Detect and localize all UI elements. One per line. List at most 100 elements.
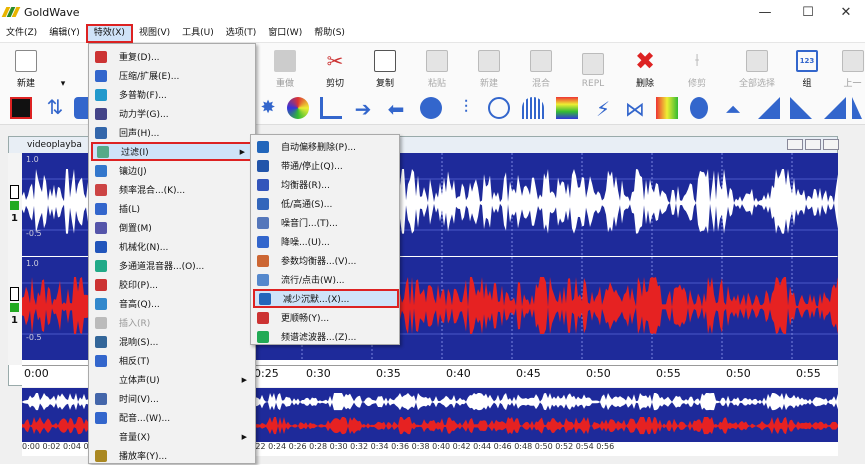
previous-button[interactable]: 上一: [840, 43, 865, 93]
maximize-button[interactable]: ☐: [788, 0, 828, 24]
effects-menu-item[interactable]: 播放率(Y)...: [91, 446, 253, 465]
filter-submenu-item[interactable]: 自动偏移删除(P)...: [253, 137, 399, 156]
menu-effects[interactable]: 特效(X): [85, 23, 133, 43]
filter-submenu-item[interactable]: 流行/点击(W)...: [253, 270, 399, 289]
doc-close-button[interactable]: [823, 139, 839, 150]
effects-menu-item[interactable]: 音高(Q)...: [91, 294, 253, 313]
delete-button[interactable]: ✖ 删除: [630, 43, 660, 93]
time-tick-label: 0:40: [446, 367, 471, 380]
menu-file[interactable]: 文件(Z): [0, 24, 43, 43]
cut-button[interactable]: ✂ 剪切: [320, 43, 350, 93]
effects-menu-item[interactable]: 相反(T): [91, 351, 253, 370]
select-all-button[interactable]: 全部选择: [732, 43, 782, 93]
effects-menu-item[interactable]: 多普勒(F)...: [91, 85, 253, 104]
effects-menu-item[interactable]: 倒置(M): [91, 218, 253, 237]
open-dropdown-icon[interactable]: ▾: [56, 43, 70, 93]
effects-menu: 重复(D)... 压缩/扩展(E)... 多普勒(F)... 动力学(G)... 回声(…: [88, 43, 256, 464]
filter-submenu-item[interactable]: 更顺畅(Y)...: [253, 308, 399, 327]
replace-button[interactable]: REPL: [578, 43, 608, 93]
paste-button[interactable]: 粘贴: [422, 43, 452, 93]
filter-submenu-item[interactable]: 频谱滤波器...(Z)...: [253, 327, 399, 346]
menu-help[interactable]: 帮助(S): [308, 24, 351, 43]
menu-edit[interactable]: 编辑(Y): [43, 24, 86, 43]
color-wheel-icon[interactable]: [287, 97, 309, 119]
gear-effect-icon[interactable]: ✸: [257, 97, 279, 119]
stereo-icon[interactable]: ⏶: [722, 97, 744, 121]
effects-menu-item-label: 动力学(G)...: [119, 110, 169, 120]
color-bars-icon[interactable]: [656, 97, 678, 119]
equalizer-icon[interactable]: ⫶: [455, 97, 477, 119]
close-button[interactable]: ✕: [826, 0, 865, 24]
match-volume-icon[interactable]: [852, 97, 862, 119]
minimize-button[interactable]: —: [745, 0, 785, 24]
reduce-silence-icon[interactable]: ⋈: [624, 97, 646, 121]
mix-button[interactable]: 混合: [526, 43, 556, 93]
menu-options[interactable]: 选项(T): [220, 24, 263, 43]
effects-menu-item[interactable]: 混响(S)...: [91, 332, 253, 351]
doc-restore-button[interactable]: [805, 139, 821, 150]
click-removal-icon[interactable]: ⚡: [592, 97, 614, 121]
effects-menu-item[interactable]: 多通道混音器...(O)...: [91, 256, 253, 275]
filter-submenu-item[interactable]: 均衡器(R)...: [253, 175, 399, 194]
speaker-icon[interactable]: [690, 97, 708, 119]
submenu-arrow-icon: ▶: [239, 147, 245, 156]
replace-icon: [582, 53, 604, 75]
set-button[interactable]: 123 组: [792, 43, 822, 93]
redo-button[interactable]: 重做: [270, 43, 300, 93]
menu-view[interactable]: 视图(V): [133, 24, 176, 43]
effects-menu-item[interactable]: 回声(H)...: [91, 123, 253, 142]
menu-window[interactable]: 窗口(W): [262, 24, 308, 43]
trim-button[interactable]: ⟊ 修剪: [682, 43, 712, 93]
effects-menu-item[interactable]: 立体声(U) ▶: [91, 370, 253, 389]
effect-item-icon: [95, 183, 107, 196]
filter-submenu-item[interactable]: 参数均衡器...(V)...: [253, 251, 399, 270]
effects-menu-item[interactable]: 镶边(J): [91, 161, 253, 180]
filter-submenu-item[interactable]: 噪音门...(T)...: [253, 213, 399, 232]
doc-minimize-button[interactable]: [787, 139, 803, 150]
effect-item-icon: [95, 316, 107, 329]
effects-menu-item[interactable]: 插入(R): [91, 313, 253, 332]
channel-check-top[interactable]: [10, 201, 19, 210]
effects-menu-item[interactable]: 重复(D)...: [91, 47, 253, 66]
effects-menu-item[interactable]: 压缩/扩展(E)...: [91, 66, 253, 85]
channel-check-bottom[interactable]: [10, 303, 19, 312]
effects-menu-item[interactable]: 机械化(N)...: [91, 237, 253, 256]
effect-item-icon: [95, 126, 107, 139]
new-button[interactable]: 新建: [8, 43, 44, 93]
filter-submenu-item[interactable]: 减少沉默...(X)...: [253, 289, 399, 308]
trim-icon: ⟊: [694, 50, 700, 71]
effects-menu-item[interactable]: 音量(X) ▶: [91, 427, 253, 446]
copy-button[interactable]: 复制: [370, 43, 400, 93]
channel-toggle-bottom[interactable]: [10, 287, 19, 301]
fade-in-icon[interactable]: [758, 97, 780, 119]
effects-menu-item[interactable]: 配音...(W)...: [91, 408, 253, 427]
paste-new-button[interactable]: 新建: [474, 43, 504, 93]
fade-out-icon[interactable]: [790, 97, 812, 119]
effects-menu-item[interactable]: 动力学(G)...: [91, 104, 253, 123]
left-arrow-icon[interactable]: ⬅: [385, 97, 407, 121]
spectrum-icon[interactable]: [556, 97, 578, 119]
effects-menu-item[interactable]: 胶印(P)...: [91, 275, 253, 294]
effects-menu-item[interactable]: 时间(V)...: [91, 389, 253, 408]
filter-submenu-item[interactable]: 带通/停止(Q)...: [253, 156, 399, 175]
pitch-effect-icon[interactable]: [420, 97, 442, 119]
effects-menu-item-label: 倒置(M): [119, 224, 152, 234]
shape-volume-icon[interactable]: [824, 97, 846, 119]
effects-menu-item[interactable]: 插(L): [91, 199, 253, 218]
effects-menu-item[interactable]: 频率混合...(K)...: [91, 180, 253, 199]
menu-tools[interactable]: 工具(U): [176, 24, 220, 43]
reverb-icon[interactable]: [522, 97, 544, 119]
filter-submenu-item[interactable]: 降噪...(U)...: [253, 232, 399, 251]
effects-menu-item[interactable]: 过滤(I) ▶: [91, 142, 253, 161]
graph-effect-icon[interactable]: [320, 97, 342, 119]
right-arrow-icon[interactable]: ➔: [352, 97, 374, 121]
noise-gate-icon[interactable]: [488, 97, 510, 119]
filter-item-icon: [257, 197, 269, 210]
effects-menu-item-label: 过滤(I): [121, 148, 149, 158]
up-down-arrows-icon[interactable]: ⇅: [44, 97, 66, 119]
effect-item-icon: [95, 449, 107, 462]
channel-toggle-top[interactable]: [10, 185, 19, 199]
stop-effect-icon[interactable]: [10, 97, 32, 119]
filter-submenu-item[interactable]: 低/高通(S)...: [253, 194, 399, 213]
paste-new-icon: [478, 50, 500, 72]
